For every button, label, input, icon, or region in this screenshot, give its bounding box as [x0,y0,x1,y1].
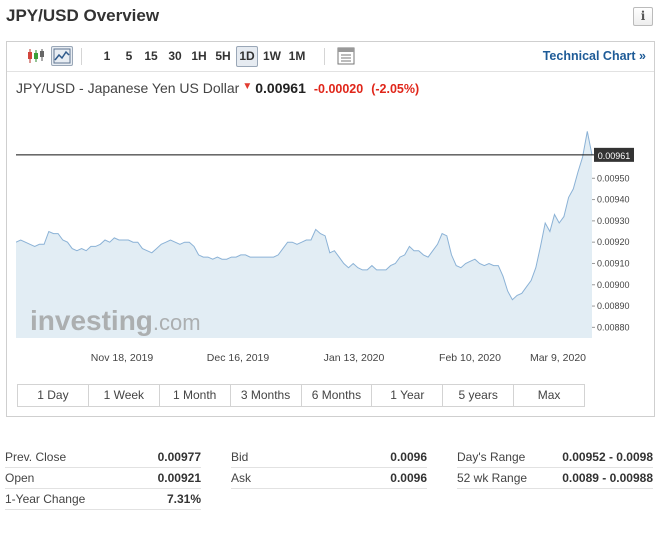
y-tick-label: 0.00900 [597,280,630,290]
stat-label: Bid [231,450,249,464]
stat-label: Prev. Close [5,450,67,464]
stat-row: 1-Year Change 7.31% [5,489,201,510]
y-tick-label: 0.00940 [597,195,630,205]
candlestick-icon[interactable] [25,46,47,66]
range-button-5-years[interactable]: 5 years [443,385,515,406]
stat-value: 0.0096 [390,450,427,464]
last-price: 0.00961 [255,80,306,96]
table-icon[interactable] [336,46,358,66]
stat-label: Day's Range [457,450,526,464]
range-button-1-week[interactable]: 1 Week [89,385,160,406]
x-tick-label: Nov 18, 2019 [91,352,154,364]
area-chart-icon[interactable] [51,46,73,66]
stat-value: 0.00977 [157,450,201,464]
stat-row: Prev. Close 0.00977 [5,447,201,468]
price-marker-label: 0.00961 [598,151,631,161]
instrument-name: JPY/USD - Japanese Yen US Dollar [16,80,240,96]
page-title: JPY/USD Overview [6,6,160,25]
y-tick-label: 0.00930 [597,216,630,226]
period-1d[interactable]: 1D [236,46,258,67]
y-tick-label: 0.00950 [597,173,630,183]
stat-row: Day's Range 0.00952 - 0.0098 [457,447,653,468]
range-button-6-months[interactable]: 6 Months [302,385,373,406]
range-button-1-month[interactable]: 1 Month [160,385,231,406]
price-change-percent: (-2.05%) [371,82,420,96]
period-1m[interactable]: 1M [286,46,308,67]
y-tick-label: 0.00890 [597,301,630,311]
x-tick-label: Jan 13, 2020 [324,352,385,364]
down-arrow-icon: ▼ [242,81,253,92]
stat-value: 0.00952 - 0.0098 [562,450,653,464]
range-button-1-year[interactable]: 1 Year [372,385,444,406]
range-button-3-months[interactable]: 3 Months [231,385,302,406]
period-5[interactable]: 5 [121,46,137,67]
stat-row: 52 wk Range 0.0089 - 0.00988 [457,468,653,489]
quote-header: JPY/USD - Japanese Yen US Dollar ▼ 0.00961… [16,80,419,96]
stat-value: 7.31% [166,492,201,506]
stat-value: 0.0089 - 0.00988 [562,471,653,485]
period-15[interactable]: 15 [141,46,161,67]
price-chart[interactable]: investing.com 0.00961 0.00880 0.00890 0.0090… [16,108,646,380]
chart-panel: 1 5 15 30 1H 5H 1D 1W 1M Technical Chart » JPY/U… [6,41,655,417]
y-tick-label: 0.00910 [597,258,630,268]
stat-row: Open 0.00921 [5,468,201,489]
stat-label: 52 wk Range [457,471,528,485]
stat-label: Ask [231,471,252,485]
period-1h[interactable]: 1H [189,46,209,67]
stat-label: 1-Year Change [5,492,86,506]
stat-row: Bid 0.0096 [231,447,427,468]
price-change: -0.00020 [313,82,364,96]
stat-label: Open [5,471,35,485]
x-tick-label: Mar 9, 2020 [530,352,586,364]
period-1[interactable]: 1 [99,46,115,67]
stat-row: Ask 0.0096 [231,468,427,489]
chart-toolbar: 1 5 15 30 1H 5H 1D 1W 1M Technical Chart » [7,42,654,72]
x-tick-label: Dec 16, 2019 [207,352,270,364]
info-icon[interactable]: i [633,7,653,26]
y-tick-label: 0.00880 [597,322,630,332]
investing-watermark: investing.com [30,305,201,336]
stat-value: 0.00921 [157,471,201,485]
range-button-1-day[interactable]: 1 Day [18,385,89,406]
x-tick-label: Feb 10, 2020 [439,352,501,364]
range-button-max[interactable]: Max [514,385,584,406]
period-30[interactable]: 30 [165,46,185,67]
range-selector: 1 Day 1 Week 1 Month 3 Months 6 Months 1 Year… [17,384,585,407]
technical-chart-link[interactable]: Technical Chart » [543,49,646,63]
y-tick-label: 0.00920 [597,237,630,247]
period-5h[interactable]: 5H [213,46,233,67]
period-1w[interactable]: 1W [261,46,283,67]
stat-value: 0.0096 [390,471,427,485]
